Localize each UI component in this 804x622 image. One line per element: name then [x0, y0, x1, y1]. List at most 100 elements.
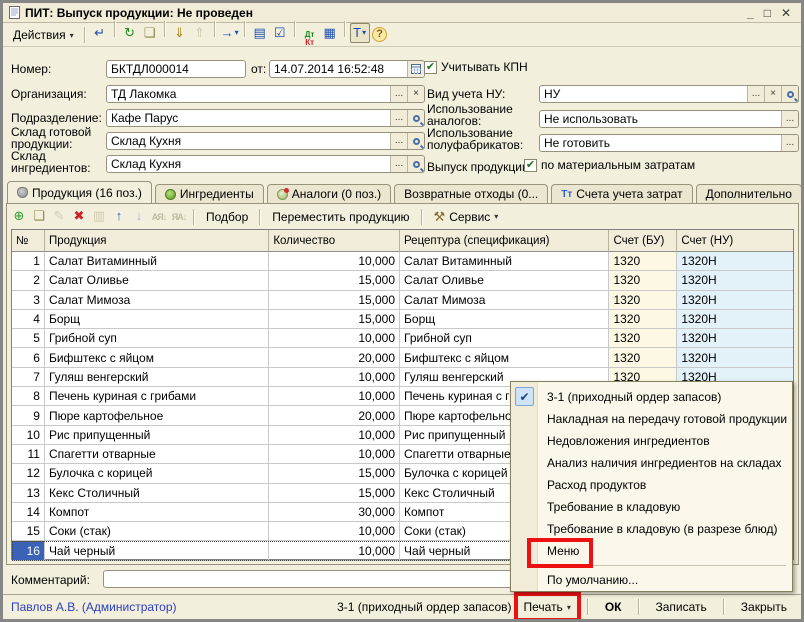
fg-warehouse-label: Склад готовой продукции:	[11, 126, 106, 150]
current-user-link[interactable]: Павлов А.В. (Администратор)	[11, 600, 331, 614]
delete-row-button[interactable]: ✖	[69, 206, 89, 226]
nu-kind-label: Вид учета НУ:	[427, 88, 505, 100]
column-header[interactable]: Продукция	[45, 230, 269, 252]
clear-button[interactable]: ×	[407, 86, 424, 102]
dt-kt-button[interactable]: ДтКт	[300, 29, 320, 49]
copy-row-button[interactable]: ❏	[29, 206, 49, 226]
write-button[interactable]: Записать	[650, 598, 713, 616]
tab-3[interactable]: Аналоги (0 поз.)	[267, 184, 391, 203]
date-field[interactable]: 14.07.2014 16:52:48	[269, 60, 425, 78]
number-field[interactable]: БКТДЛ000014	[106, 60, 246, 78]
table-row[interactable]: 1Салат Витаминный10,000Салат Витаминный1…	[12, 252, 793, 271]
column-header[interactable]: Рецептура (спецификация)	[400, 230, 609, 252]
magnifier-icon	[787, 91, 794, 98]
set-flags-button[interactable]: ☑	[270, 23, 290, 43]
ing-warehouse-field[interactable]: Склад Кухня ...	[106, 155, 425, 173]
move-row-down-button[interactable]: ↓	[129, 206, 149, 226]
menu-item-label: Требование в кладовую (в разрезе блюд)	[547, 522, 778, 536]
add-row-button[interactable]: ⊕	[9, 206, 29, 226]
select-button[interactable]: ...	[390, 133, 407, 149]
select-button[interactable]: ...	[390, 110, 407, 126]
print-button[interactable]: Печать ▾	[518, 598, 577, 616]
list-structure-icon: ▤	[253, 26, 265, 39]
minimize-button[interactable]: _	[747, 6, 754, 20]
reread-button[interactable]: ↻	[120, 23, 140, 43]
menu-item-8[interactable]: Меню	[511, 540, 792, 562]
menu-item-10[interactable]: По умолчанию...	[511, 569, 792, 591]
clear-button[interactable]: ×	[764, 86, 781, 102]
tab-1[interactable]: Продукция (16 поз.)	[7, 181, 152, 203]
help-button[interactable]: ?	[370, 25, 390, 45]
organization-field[interactable]: ТД Лакомка ... ×	[106, 85, 425, 103]
pick-button[interactable]: Подбор	[199, 209, 255, 225]
select-button[interactable]: ...	[781, 111, 798, 127]
go-to-button[interactable]: →▾	[220, 23, 240, 43]
filter-by-value-button[interactable]: Т▾	[350, 23, 370, 43]
open-button[interactable]	[407, 133, 424, 149]
column-header[interactable]: Количество	[269, 230, 400, 252]
table-row[interactable]: 5Грибной суп10,000Грибной суп13201320Н	[12, 329, 793, 348]
undo-posting-icon: ⇑	[194, 26, 205, 39]
post-document-button[interactable]: ⇓	[170, 23, 190, 43]
tab-6[interactable]: Дополнительно	[696, 184, 802, 203]
save-record-button[interactable]: ↵	[90, 23, 110, 43]
kpn-checkbox[interactable]: ✔ Учитывать КПН	[424, 60, 528, 74]
select-button[interactable]: ...	[781, 135, 798, 151]
ok-button[interactable]: ОК	[599, 598, 628, 616]
select-button[interactable]: ...	[390, 86, 407, 102]
main-toolbar: Действия▾ ↵ ↻ ❏ ⇓ ⇑ →▾ ▤ ☑ ДтКт▦ Т▾?	[3, 24, 801, 47]
list-structure-button[interactable]: ▤	[250, 23, 270, 43]
menu-item-label: 3-1 (приходный ордер запасов)	[547, 390, 721, 404]
tab-label: Продукция (16 поз.)	[32, 186, 142, 200]
open-button[interactable]	[407, 156, 424, 172]
status-bar: Павлов А.В. (Администратор) 3-1 (приходн…	[3, 594, 801, 619]
select-button[interactable]: ...	[747, 86, 764, 102]
menu-item-5[interactable]: Расход продуктов	[511, 474, 792, 496]
select-button[interactable]: ...	[390, 156, 407, 172]
move-row-up-button[interactable]: ↑	[109, 206, 129, 226]
reread-icon: ↻	[124, 26, 135, 39]
menu-item-3[interactable]: Недовложения ингредиентов	[511, 430, 792, 452]
magnifier-icon	[413, 138, 420, 145]
close-button[interactable]: ✕	[781, 6, 791, 20]
menu-item-6[interactable]: Требование в кладовую	[511, 496, 792, 518]
open-button[interactable]	[781, 86, 798, 102]
table-row[interactable]: 4Борщ15,000Борщ13201320Н	[12, 310, 793, 329]
column-header[interactable]: Счет (БУ)	[609, 230, 677, 252]
tab-5[interactable]: ТтСчета учета затрат	[551, 184, 692, 203]
actions-menu-button[interactable]: Действия▾	[7, 26, 80, 44]
check-icon: ✔	[515, 387, 534, 406]
table-row[interactable]: 3Салат Мимоза15,000Салат Мимоза13201320Н	[12, 291, 793, 310]
open-button[interactable]	[407, 110, 424, 126]
menu-item-2[interactable]: Накладная на передачу готовой продукции	[511, 408, 792, 430]
check-icon: ✔	[526, 160, 535, 171]
maximize-button[interactable]: □	[764, 6, 771, 20]
output-checkbox[interactable]: ✔ по материальным затратам	[524, 158, 695, 172]
copy-document-button[interactable]: ❏	[140, 23, 160, 43]
department-field[interactable]: Кафе Парус ...	[106, 109, 425, 127]
menu-item-4[interactable]: Анализ наличия ингредиентов на складах	[511, 452, 792, 474]
current-print-form: 3-1 (приходный ордер запасов)	[337, 600, 511, 614]
fg-warehouse-field[interactable]: Склад Кухня ...	[106, 132, 425, 150]
nu-kind-field[interactable]: НУ ... ×	[539, 85, 799, 103]
analogs-label: Использование аналогов:	[427, 103, 537, 127]
column-header[interactable]: №	[12, 230, 45, 252]
chevron-down-icon: ▾	[70, 31, 74, 40]
documents-register-button[interactable]: ▦	[320, 23, 340, 43]
table-row[interactable]: 2Салат Оливье15,000Салат Оливье13201320Н	[12, 271, 793, 290]
close-form-button[interactable]: Закрыть	[735, 598, 793, 616]
menu-item-1[interactable]: ✔ 3-1 (приходный ордер запасов)	[511, 386, 792, 408]
tab-4[interactable]: Возвратные отходы (0...	[394, 184, 548, 203]
calendar-button[interactable]	[407, 61, 424, 77]
move-products-button[interactable]: Переместить продукцию	[265, 209, 416, 225]
column-header[interactable]: Счет (НУ)	[677, 230, 793, 252]
analogs-field[interactable]: Не использовать ...	[539, 110, 799, 128]
table-row[interactable]: 6Бифштекс с яйцом20,000Бифштекс с яйцом1…	[12, 348, 793, 367]
tab-bar: Продукция (16 поз.) Ингредиенты Аналоги (0…	[7, 181, 802, 203]
service-menu-button[interactable]: ⚒ Сервис ▾	[427, 208, 506, 226]
tab-2[interactable]: Ингредиенты	[155, 184, 264, 203]
semiproducts-field[interactable]: Не готовить ...	[539, 134, 799, 152]
tab-label: Ингредиенты	[180, 187, 254, 201]
tab-label: Дополнительно	[706, 187, 792, 201]
menu-item-7[interactable]: Требование в кладовую (в разрезе блюд)	[511, 518, 792, 540]
